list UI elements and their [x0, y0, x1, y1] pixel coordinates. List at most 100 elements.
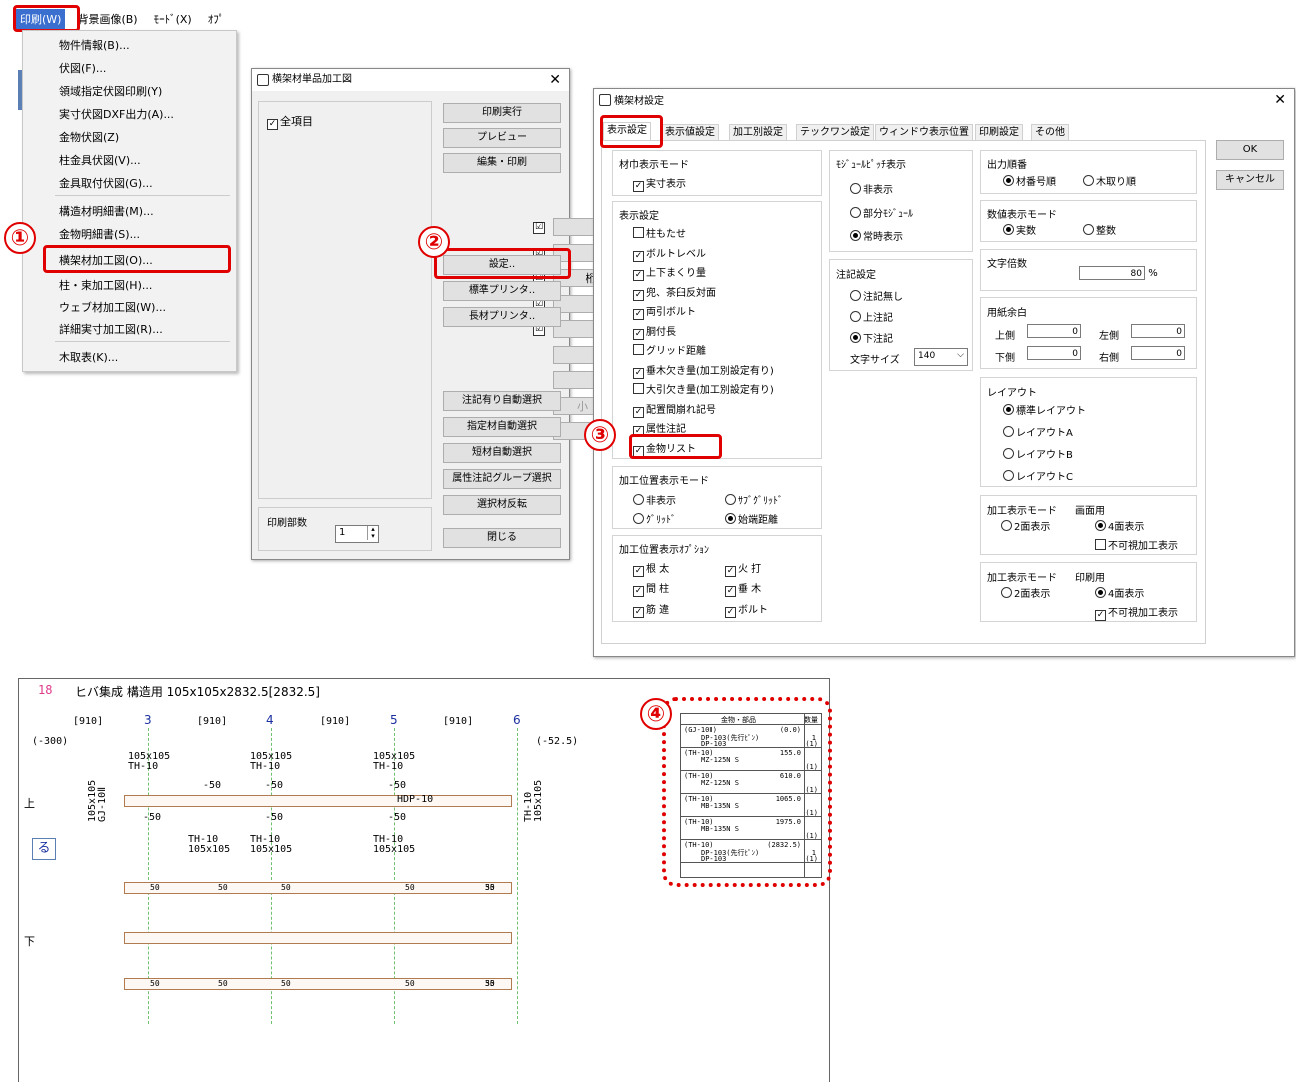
chevron-down-icon: ⌵ [957, 350, 964, 360]
radio-hidden[interactable]: 非表示 [633, 492, 676, 507]
tab-4[interactable]: ウィンドウ表示位置 [875, 124, 973, 141]
radio-top-annotation[interactable]: 上注記 [850, 309, 893, 324]
menu-item-column-processing[interactable]: 柱・束加工図(H)... [59, 277, 152, 293]
member-checkbox[interactable]: ☑ [533, 222, 545, 234]
grid-number: 4 [266, 713, 274, 727]
check-bracing[interactable]: ✓ 筋 違 [633, 601, 669, 618]
display-setting-check[interactable]: ✓ ボルトレベル [633, 245, 706, 262]
margin-bottom-field[interactable]: 0 [1027, 346, 1081, 360]
tab-2[interactable]: 加工別設定 [729, 124, 787, 141]
menu-item-dxf[interactable]: 実寸伏図DXF出力(A)... [59, 106, 174, 122]
cancel-button[interactable]: キャンセル [1216, 170, 1284, 190]
display-setting-check[interactable]: 柱もたせ [633, 225, 686, 240]
radio-four-face[interactable]: 4面表示 [1095, 585, 1144, 600]
display-setting-check[interactable]: ✓ 胴付長 [633, 323, 676, 340]
auto-select-annotated-button[interactable]: 注記有り自動選択 [443, 391, 561, 411]
display-setting-check[interactable]: ✓ 両引ボルト [633, 303, 696, 320]
menu-item-fitting-plan[interactable]: 金具取付伏図(G)... [59, 175, 153, 191]
invert-selection-button[interactable]: 選択材反転 [443, 495, 561, 515]
span-label: [910] [197, 716, 228, 727]
menu-item-lumber-table[interactable]: 木取表(K)... [59, 349, 118, 365]
radio-standard-layout[interactable]: 標準レイアウト [1003, 402, 1086, 417]
edit-print-button[interactable]: 編集・印刷 [443, 153, 561, 173]
left-dimension: (-300) [32, 736, 69, 747]
radio-material-number[interactable]: 材番号順 [1003, 173, 1056, 188]
print-copies-spinner[interactable]: 1 ▴ ▾ [335, 525, 379, 543]
beam-single-dialog: 横架材単品加工図 ✕ ✓全項目 ☑土台☑大引☑桁・梁☑母屋☑棟木隅木谷木小屋方杖… [251, 68, 669, 560]
menu-item-web-processing[interactable]: ウェブ材加工図(W)... [59, 299, 166, 315]
dimension-value: 50 [150, 979, 160, 988]
radio-hidden[interactable]: 非表示 [850, 181, 893, 196]
close-icon[interactable]: ✕ [1274, 92, 1286, 108]
preview-button[interactable]: プレビュー [443, 128, 561, 148]
tab-5[interactable]: 印刷設定 [975, 124, 1023, 141]
menu-item-area-plan[interactable]: 領域指定伏図印刷(Y) [59, 83, 162, 99]
dimension-value: 50 [281, 979, 291, 988]
position-option-group: 加工位置表示ｵﾌﾟｼｮﾝ ✓ 根 太 ✓ 火 打 ✓ 間 柱 ✓ 垂 木 ✓ 筋 違 ✓ ボ… [612, 535, 822, 622]
radio-start-distance[interactable]: 始端距離 [725, 511, 778, 526]
radio-two-face[interactable]: 2面表示 [1001, 585, 1050, 600]
tab-1[interactable]: 表示値設定 [661, 124, 719, 141]
check-invisible[interactable]: 不可視加工表示 [1095, 537, 1178, 552]
radio-four-face[interactable]: 4面表示 [1095, 518, 1144, 533]
standard-printer-button[interactable]: 標準プリンタ.. [443, 281, 561, 301]
checkbox [633, 344, 644, 355]
margin-bottom-label: 下側 [995, 353, 1015, 364]
menu-item-detail-processing[interactable]: 詳細実寸加工図(R)... [59, 321, 163, 337]
menu-item-column-plan[interactable]: 柱金具伏図(V)... [59, 152, 141, 168]
display-setting-check[interactable]: ✓ 兜、茶臼反対面 [633, 284, 716, 301]
radio-always[interactable]: 常時表示 [850, 228, 903, 243]
radio-two-face[interactable]: 2面表示 [1001, 518, 1050, 533]
menu-item-structure-detail[interactable]: 構造材明細書(M)... [59, 203, 154, 219]
ok-button[interactable]: OK [1216, 140, 1284, 160]
text-scale-field[interactable]: 80 % [1079, 266, 1158, 280]
select-attribute-group-button[interactable]: 属性注記グループ選択 [443, 469, 561, 489]
print-button[interactable]: 印刷実行 [443, 103, 561, 123]
all-items-check[interactable]: ✓ 全項目 [267, 113, 313, 130]
radio-layout-c[interactable]: レイアウトC [1003, 468, 1073, 483]
tab-6[interactable]: その他 [1031, 124, 1069, 141]
close-icon[interactable]: ✕ [549, 72, 561, 88]
menu-item-plan[interactable]: 伏図(F)... [59, 60, 106, 76]
check-joist[interactable]: ✓ 根 太 [633, 560, 669, 577]
close-button[interactable]: 閉じる [443, 528, 561, 548]
actual-size-check[interactable]: ✓ 実寸表示 [633, 175, 686, 192]
radio-subgrid[interactable]: ｻﾌﾞｸﾞﾘｯﾄﾞ [725, 492, 783, 507]
display-setting-check[interactable]: グリッド距離 [633, 342, 706, 357]
menu-mode[interactable]: ﾓｰﾄﾞ(X) [150, 9, 196, 29]
radio-no-annotation[interactable]: 注記無し [850, 288, 903, 303]
check-rafter[interactable]: ✓ 垂 木 [725, 580, 761, 597]
menu-item-hardware-detail[interactable]: 金物明細書(S)... [59, 226, 140, 242]
display-setting-check[interactable]: ✓ 配置間崩れ記号 [633, 401, 716, 418]
long-printer-button[interactable]: 長材プリンタ.. [443, 307, 561, 327]
radio-layout-b[interactable]: レイアウトB [1003, 446, 1073, 461]
radio-bottom-annotation[interactable]: 下注記 [850, 330, 893, 345]
dimension-value: 50 [150, 883, 160, 892]
auto-select-specified-button[interactable]: 指定材自動選択 [443, 417, 561, 437]
menu-item-property[interactable]: 物件情報(B)... [59, 37, 130, 53]
margin-left-field[interactable]: 0 [1131, 324, 1185, 338]
margin-right-field[interactable]: 0 [1131, 346, 1185, 360]
margin-top-field[interactable]: 0 [1027, 324, 1081, 338]
radio-grid[interactable]: ｸﾞﾘｯﾄﾞ [633, 511, 676, 526]
radio-cutting-order[interactable]: 木取り順 [1083, 173, 1136, 188]
radio-layout-a[interactable]: レイアウトA [1003, 424, 1073, 439]
auto-select-short-button[interactable]: 短材自動選択 [443, 443, 561, 463]
checkbox-label: 胴付長 [646, 326, 676, 338]
font-size-select[interactable]: 140 ⌵ [914, 348, 968, 366]
radio-partial[interactable]: 部分ﾓｼﾞｭｰﾙ [850, 205, 913, 220]
ru-tag[interactable]: る [32, 838, 56, 860]
check-bolt[interactable]: ✓ ボルト [725, 601, 768, 618]
check-stud[interactable]: ✓ 間 柱 [633, 580, 669, 597]
radio-integer[interactable]: 整数 [1083, 222, 1116, 237]
menu-item-hardware-plan[interactable]: 金物伏図(Z) [59, 129, 119, 145]
menu-background[interactable]: 背景画像(B) [73, 9, 141, 29]
check-invisible[interactable]: ✓ 不可視加工表示 [1095, 604, 1178, 621]
menu-option[interactable]: ｵﾌﾟ [204, 9, 229, 29]
tab-3[interactable]: テックワン設定 [796, 124, 874, 141]
display-setting-check[interactable]: ✓ 上下まくり量 [633, 264, 706, 281]
check-brace[interactable]: ✓ 火 打 [725, 560, 761, 577]
display-setting-check[interactable]: ✓ 垂木欠き量(加工別設定有り) [633, 362, 774, 379]
radio-real[interactable]: 実数 [1003, 222, 1036, 237]
display-setting-check[interactable]: 大引欠き量(加工別設定有り) [633, 381, 774, 396]
